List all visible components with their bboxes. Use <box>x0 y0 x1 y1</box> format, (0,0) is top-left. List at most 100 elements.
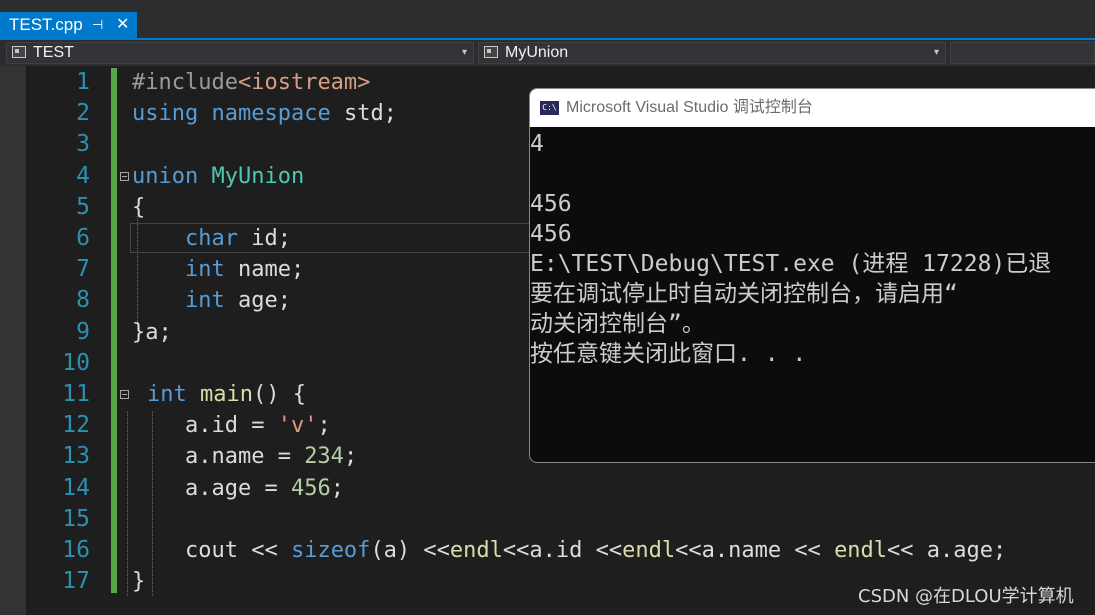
code-token: << a.age; <box>887 538 1007 563</box>
code-token: { <box>132 194 146 220</box>
code-line[interactable]: a.age = 456; <box>132 473 344 504</box>
code-line[interactable]: } <box>132 566 145 597</box>
line-number: 3 <box>76 131 90 158</box>
code-token: 234 <box>304 444 344 470</box>
console-title: Microsoft Visual Studio 调试控制台 <box>566 99 813 116</box>
code-line[interactable]: { <box>132 192 145 223</box>
code-token: union <box>132 163 199 189</box>
code-token: main <box>200 382 253 407</box>
code-line[interactable]: using namespace std; <box>132 98 397 129</box>
code-line[interactable]: int age; <box>132 285 291 316</box>
console-app-icon: C:\ <box>540 101 559 115</box>
indent-guide <box>127 411 129 596</box>
code-token: MyUnion <box>211 163 305 189</box>
code-line[interactable]: union MyUnion <box>132 161 304 192</box>
code-token: cout << <box>132 538 291 563</box>
line-number: 9 <box>76 318 90 345</box>
member-dropdown[interactable] <box>950 42 1095 64</box>
code-line[interactable]: #include<iostream> <box>132 67 370 98</box>
line-number: 6 <box>76 225 90 251</box>
tab-test-cpp[interactable]: TEST.cpp ⊣ ✕ <box>0 12 137 38</box>
code-token: <iostream> <box>237 70 371 95</box>
tab-title: TEST.cpp <box>9 15 83 34</box>
collapse-union-icon[interactable] <box>120 172 129 181</box>
chevron-down-icon: ▾ <box>461 47 467 58</box>
pin-icon[interactable]: ⊣ <box>92 12 103 38</box>
code-token: sizeof <box>290 538 371 563</box>
console-line: 动关闭控制台”。 <box>530 311 705 337</box>
code-line[interactable]: int main() { <box>147 379 306 410</box>
line-number: 12 <box>62 412 90 439</box>
code-token: std; <box>330 101 397 127</box>
console-line: E:\TEST\Debug\TEST.exe (进程 17228)已退 <box>530 251 1052 277</box>
close-icon[interactable]: ✕ <box>116 12 129 38</box>
scope-dropdown-label: MyUnion <box>505 44 569 61</box>
code-line[interactable]: a.name = 234; <box>132 441 357 472</box>
navigation-bar: TEST ▾ MyUnion ▾ <box>0 40 1095 66</box>
code-token: age; <box>224 288 291 314</box>
line-number: 10 <box>62 349 90 376</box>
line-number: 2 <box>76 100 90 127</box>
editor-margin <box>0 66 26 615</box>
code-token: name; <box>224 257 305 283</box>
code-token: id; <box>237 226 291 251</box>
line-number: 17 <box>62 568 90 595</box>
collapse-main-icon[interactable] <box>120 390 129 399</box>
console-line: 4 <box>530 131 544 157</box>
change-tracking-bar <box>111 68 117 593</box>
console-title-bar[interactable]: C:\ Microsoft Visual Studio 调试控制台 <box>530 89 1095 127</box>
code-token: using <box>132 101 199 127</box>
line-number: 15 <box>62 505 90 532</box>
code-line[interactable]: }a; <box>132 317 172 348</box>
console-line: 按任意键关闭此窗口. . . <box>530 341 807 367</box>
code-token: 'v' <box>277 413 318 439</box>
watermark: CSDN @在DLOU学计算机 <box>858 586 1074 607</box>
code-token: a.name = <box>132 444 305 470</box>
project-dropdown-label: TEST <box>33 44 74 61</box>
line-number: 5 <box>76 193 90 220</box>
chevron-down-icon: ▾ <box>933 47 939 58</box>
code-line[interactable]: a.id = 'v'; <box>132 410 331 441</box>
code-token: (a) << <box>370 538 450 563</box>
code-token: char <box>184 226 238 251</box>
code-line[interactable]: char id; <box>132 223 291 254</box>
code-token: #include <box>132 70 238 95</box>
code-token: a.id = <box>132 413 278 439</box>
code-token: () { <box>252 382 306 407</box>
line-number: 14 <box>62 474 90 501</box>
code-token: endl <box>622 538 676 563</box>
project-dropdown[interactable]: TEST ▾ <box>6 42 474 64</box>
code-token: } <box>132 569 146 595</box>
class-icon <box>484 46 498 58</box>
code-line[interactable]: int name; <box>132 254 304 285</box>
code-token: endl <box>449 538 503 563</box>
line-number: 1 <box>76 69 90 95</box>
code-token: ; <box>317 413 331 439</box>
line-number: 4 <box>76 162 90 189</box>
document-tab-strip: TEST.cpp ⊣ ✕ <box>0 0 1095 38</box>
code-token: a.age = <box>132 475 291 501</box>
scope-dropdown[interactable]: MyUnion ▾ <box>478 42 946 64</box>
line-number: 8 <box>76 287 90 314</box>
console-line: 要在调试停止时自动关闭控制台，请启用“ <box>530 281 958 307</box>
code-token: ; <box>343 444 358 470</box>
code-token: <<a.name << <box>675 538 835 563</box>
line-number: 13 <box>62 443 90 470</box>
code-token: int <box>147 382 187 407</box>
code-token: int <box>184 288 225 314</box>
project-icon <box>12 46 26 58</box>
code-token: 456 <box>290 475 331 501</box>
code-token: }a; <box>132 319 172 345</box>
code-line[interactable]: cout << sizeof(a) <<endl<<a.id <<endl<<a… <box>132 535 1006 566</box>
code-token: ; <box>330 475 344 501</box>
code-token: <<a.id << <box>502 538 623 563</box>
line-number: 7 <box>76 256 90 283</box>
debug-console-window[interactable]: C:\ Microsoft Visual Studio 调试控制台 4 456 45… <box>529 88 1095 463</box>
code-token: int <box>184 257 225 283</box>
code-token: endl <box>834 538 888 563</box>
